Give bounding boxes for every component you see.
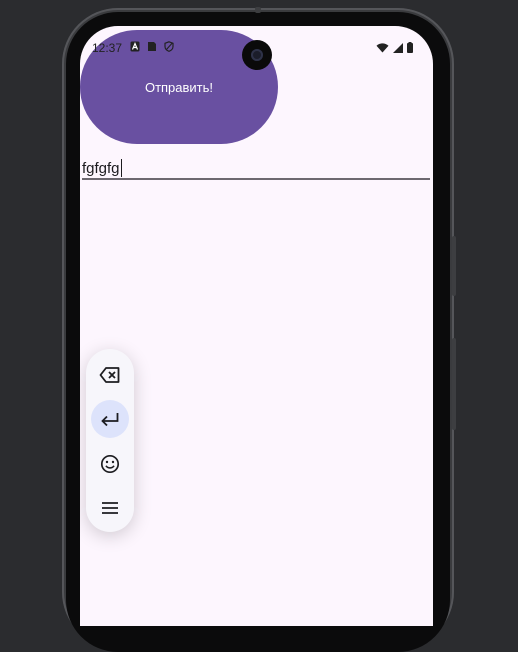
notification-a-icon [130,41,140,52]
message-input-value[interactable]: fgfgfg [82,159,122,177]
floating-keyboard-toolbar [86,349,134,532]
shield-icon [164,41,174,52]
message-input[interactable]: fgfgfg [82,156,430,180]
menu-button[interactable] [91,489,129,527]
emoji-button[interactable] [91,445,129,483]
power-button [452,338,456,430]
backspace-icon [99,367,120,383]
signal-icon [393,42,403,53]
status-notification-icons [130,41,174,52]
top-mic [255,7,261,13]
volume-button [452,236,456,296]
status-time: 12:37 [92,41,123,55]
status-system-icons [376,42,413,53]
enter-icon [101,413,119,427]
front-camera [242,40,272,70]
emoji-icon [100,454,120,474]
wifi-icon [376,42,389,52]
text-cursor [120,159,122,177]
app-screen: Отправить! 12:37 fgfgfg [80,26,433,626]
message-input-text: fgfgfg [82,160,120,177]
enter-button[interactable] [91,400,129,438]
sim-card-icon [148,42,156,51]
menu-icon [102,502,118,514]
battery-icon [407,42,413,53]
backspace-button[interactable] [91,356,129,394]
